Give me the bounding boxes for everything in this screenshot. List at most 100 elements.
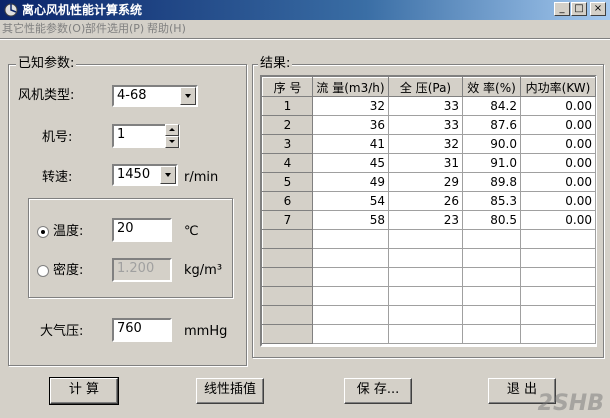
menu-help[interactable]: 帮助(H) [147, 21, 186, 36]
table-row-empty[interactable] [262, 267, 596, 287]
menu-components[interactable]: 部件选用(P) [85, 21, 144, 36]
row-index-cell[interactable]: 2 [262, 115, 313, 135]
table-cell[interactable] [312, 248, 389, 268]
col-header-index[interactable]: 序 号 [262, 77, 313, 97]
row-index-cell[interactable]: 4 [262, 153, 313, 173]
col-header-power[interactable]: 内功率(KW) [520, 77, 596, 97]
row-index-cell[interactable]: 1 [262, 96, 313, 116]
table-cell[interactable]: 54 [312, 191, 389, 211]
menu-other-params[interactable]: 其它性能参数(O) [2, 21, 85, 36]
table-cell[interactable]: 90.0 [462, 134, 521, 154]
table-cell[interactable]: 89.8 [462, 172, 521, 192]
col-header-efficiency[interactable]: 效 率(%) [462, 77, 521, 97]
table-cell[interactable] [462, 267, 521, 287]
results-table[interactable]: 序 号 流 量(m3/h) 全 压(Pa) 效 率(%) 内功率(KW) 1 32… [262, 77, 596, 344]
pressure-input[interactable]: 760 [112, 318, 172, 342]
table-row[interactable]: 5 49 29 89.8 0.00 [262, 172, 596, 192]
row-index-cell[interactable]: 5 [262, 172, 313, 192]
table-cell[interactable] [312, 305, 389, 325]
table-cell[interactable] [312, 286, 389, 306]
minimize-button[interactable]: _ [554, 2, 570, 16]
row-index-cell[interactable] [262, 286, 313, 306]
col-header-pressure[interactable]: 全 压(Pa) [388, 77, 463, 97]
row-index-cell[interactable] [262, 305, 313, 325]
close-button[interactable]: × [590, 2, 606, 16]
fan-no-up-icon[interactable] [165, 124, 179, 136]
table-cell[interactable]: 0.00 [520, 191, 596, 211]
table-cell[interactable] [388, 286, 463, 306]
table-cell[interactable]: 26 [388, 191, 463, 211]
density-radio[interactable] [37, 265, 49, 277]
table-row-empty[interactable] [262, 229, 596, 249]
table-cell[interactable]: 36 [312, 115, 389, 135]
col-header-flow[interactable]: 流 量(m3/h) [312, 77, 389, 97]
table-cell[interactable] [312, 229, 389, 249]
table-cell[interactable] [462, 229, 521, 249]
table-cell[interactable]: 32 [388, 134, 463, 154]
table-cell[interactable] [388, 248, 463, 268]
table-cell[interactable] [462, 248, 521, 268]
row-index-cell[interactable] [262, 229, 313, 249]
table-cell[interactable] [388, 267, 463, 287]
table-cell[interactable] [388, 305, 463, 325]
table-cell[interactable]: 80.5 [462, 210, 521, 230]
table-cell[interactable]: 85.3 [462, 191, 521, 211]
table-cell[interactable] [520, 305, 596, 325]
row-index-cell[interactable]: 6 [262, 191, 313, 211]
table-row-empty[interactable] [262, 248, 596, 268]
table-cell[interactable]: 45 [312, 153, 389, 173]
table-cell[interactable]: 32 [312, 96, 389, 116]
table-row[interactable]: 1 32 33 84.2 0.00 [262, 96, 596, 116]
table-row[interactable]: 7 58 23 80.5 0.00 [262, 210, 596, 230]
row-index-cell[interactable] [262, 324, 313, 344]
save-button[interactable]: 保 存... [344, 378, 412, 404]
row-index-cell[interactable] [262, 267, 313, 287]
table-row[interactable]: 4 45 31 91.0 0.00 [262, 153, 596, 173]
table-cell[interactable] [462, 305, 521, 325]
table-cell[interactable] [462, 324, 521, 344]
table-row[interactable]: 2 36 33 87.6 0.00 [262, 115, 596, 135]
table-row-empty[interactable] [262, 305, 596, 325]
table-cell[interactable]: 29 [388, 172, 463, 192]
table-row[interactable]: 3 41 32 90.0 0.00 [262, 134, 596, 154]
table-cell[interactable]: 0.00 [520, 153, 596, 173]
table-cell[interactable] [520, 267, 596, 287]
interp-button[interactable]: 线性插值 [196, 378, 264, 404]
table-cell[interactable]: 0.00 [520, 210, 596, 230]
table-cell[interactable]: 33 [388, 96, 463, 116]
speed-dropdown-icon[interactable] [160, 166, 176, 184]
fan-type-dropdown-icon[interactable] [180, 87, 196, 105]
table-cell[interactable]: 23 [388, 210, 463, 230]
table-cell[interactable] [520, 324, 596, 344]
density-input[interactable]: 1.200 [112, 258, 172, 282]
table-cell[interactable]: 91.0 [462, 153, 521, 173]
fan-no-down-icon[interactable] [165, 136, 179, 148]
table-cell[interactable] [462, 286, 521, 306]
temp-radio[interactable] [37, 226, 49, 238]
row-index-cell[interactable]: 7 [262, 210, 313, 230]
table-cell[interactable] [312, 267, 389, 287]
table-cell[interactable]: 0.00 [520, 134, 596, 154]
table-cell[interactable]: 84.2 [462, 96, 521, 116]
row-index-cell[interactable]: 3 [262, 134, 313, 154]
table-cell[interactable]: 31 [388, 153, 463, 173]
table-cell[interactable] [388, 229, 463, 249]
table-row[interactable]: 6 54 26 85.3 0.00 [262, 191, 596, 211]
table-cell[interactable] [520, 229, 596, 249]
table-cell[interactable]: 0.00 [520, 96, 596, 116]
table-cell[interactable] [520, 286, 596, 306]
table-cell[interactable] [520, 248, 596, 268]
table-row-empty[interactable] [262, 324, 596, 344]
table-cell[interactable]: 41 [312, 134, 389, 154]
table-cell[interactable]: 87.6 [462, 115, 521, 135]
table-cell[interactable]: 0.00 [520, 115, 596, 135]
maximize-button[interactable]: □ [571, 2, 587, 16]
temp-input[interactable]: 20 [112, 218, 172, 242]
table-cell[interactable] [312, 324, 389, 344]
calc-button[interactable]: 计 算 [49, 377, 119, 405]
table-cell[interactable]: 0.00 [520, 172, 596, 192]
row-index-cell[interactable] [262, 248, 313, 268]
table-cell[interactable] [388, 324, 463, 344]
table-row-empty[interactable] [262, 286, 596, 306]
table-cell[interactable]: 58 [312, 210, 389, 230]
